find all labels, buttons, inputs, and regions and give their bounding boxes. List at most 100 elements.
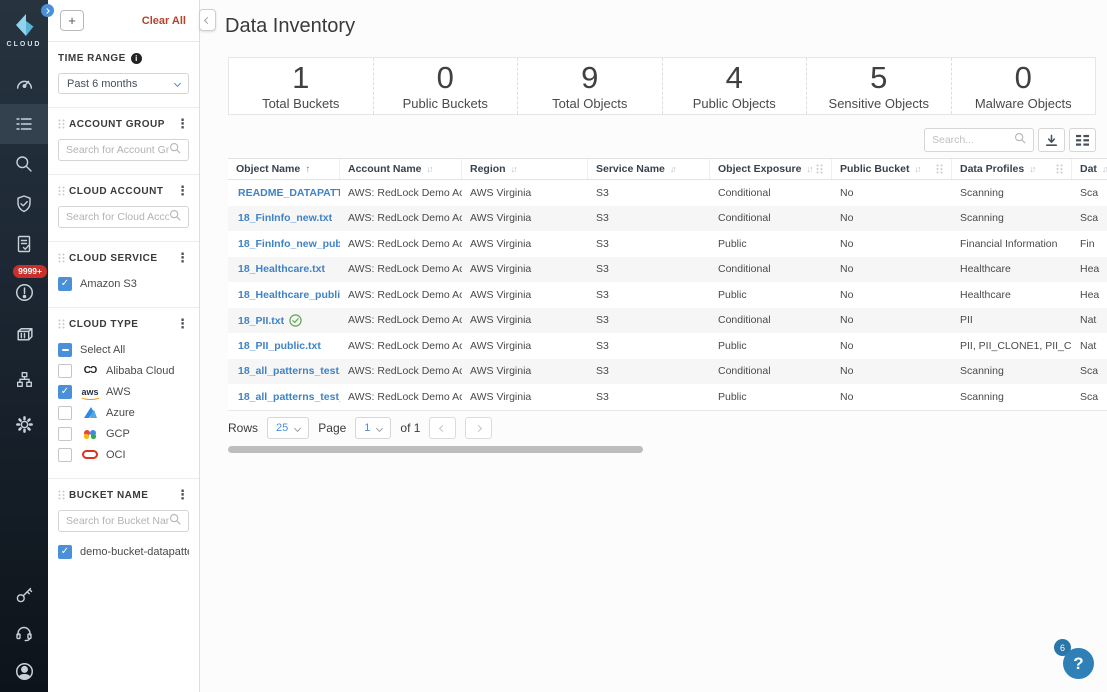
bucket-name-search[interactable] (58, 510, 189, 532)
nav-item-network[interactable] (0, 359, 48, 399)
object-name-link[interactable]: 18_all_patterns_test.txt (238, 365, 340, 377)
table-search[interactable] (924, 128, 1034, 152)
drag-handle-icon[interactable] (58, 119, 65, 129)
filter-option-aws[interactable]: ✓ aws AWS (58, 381, 189, 402)
drag-handle-icon[interactable] (58, 319, 65, 329)
column-header-account-name[interactable]: Account Name ↓↑ (340, 159, 462, 179)
app-window: CLOUD 9999+ + Clear All TIME RANGE i Pas… (0, 0, 1107, 692)
kebab-menu-icon[interactable]: ⋮ (176, 251, 189, 264)
object-name-link[interactable]: 18_FinInfo_new_public.txt (238, 238, 340, 250)
stat-label: Malware Objects (974, 95, 1072, 111)
nav-item-profile[interactable] (0, 652, 48, 690)
checkbox[interactable]: ✓ (58, 384, 72, 399)
drag-handle-icon[interactable] (58, 490, 65, 500)
column-header-data-patterns[interactable]: Dat ↓↑ (1072, 159, 1107, 179)
column-settings-button[interactable] (1069, 128, 1096, 152)
kebab-menu-icon[interactable]: ⋮ (176, 317, 189, 330)
drag-handle-icon[interactable] (58, 253, 65, 263)
column-resize-handle[interactable] (1056, 164, 1063, 174)
bucket-name-search-input[interactable] (66, 515, 169, 527)
checkbox[interactable]: ✓ (58, 544, 72, 559)
download-button[interactable] (1038, 128, 1065, 152)
nav-item-alerts[interactable]: 9999+ (0, 265, 48, 312)
column-header-data-profiles[interactable]: Data Profiles ↓↑ (952, 159, 1072, 179)
table-row: 18_all_patterns_test_publ... AWS: RedLock… (228, 384, 1107, 410)
nav-item-assets[interactable] (0, 314, 48, 354)
add-filter-button[interactable]: + (60, 10, 84, 31)
next-page-button[interactable] (465, 417, 493, 439)
cell-region: AWS Virginia (470, 288, 532, 301)
nav-item-governance[interactable] (0, 184, 48, 224)
option-label: AWS (106, 385, 131, 398)
object-name-link[interactable]: README_DATAPATTER... (238, 187, 340, 199)
cell-data-profiles: Financial Information (960, 237, 1058, 250)
sort-icon: ↓↑ (806, 164, 813, 174)
kebab-menu-icon[interactable]: ⋮ (176, 117, 189, 130)
table-row: README_DATAPATTER... AWS: RedLock Demo Ac… (228, 180, 1107, 206)
filter-option-amazon-s3[interactable]: ✓ Amazon S3 (58, 273, 189, 294)
kebab-menu-icon[interactable]: ⋮ (176, 184, 189, 197)
option-label: GCP (106, 427, 130, 440)
filter-option-demo-bucket-datapattern-f-[interactable]: ✓ demo-bucket-datapattern-f... (58, 541, 189, 562)
column-resize-handle[interactable] (816, 164, 823, 174)
help-button[interactable]: ? (1063, 648, 1094, 679)
column-header-object-name[interactable]: Object Name ↑ (228, 159, 340, 179)
cloud-account-label: CLOUD ACCOUNT (69, 185, 164, 197)
time-range-select[interactable]: Past 6 months (58, 73, 189, 94)
checkbox[interactable] (58, 405, 72, 420)
select-all-checkbox[interactable] (58, 342, 72, 357)
previous-page-button[interactable] (429, 417, 457, 439)
column-header-public-bucket[interactable]: Public Bucket ↓↑ (832, 159, 952, 179)
checkbox[interactable]: ✓ (58, 276, 72, 291)
column-header-region[interactable]: Region ↓↑ (462, 159, 588, 179)
checkbox[interactable] (58, 447, 72, 462)
cloud-account-search-input[interactable] (66, 211, 169, 223)
nav-item-support[interactable] (0, 614, 48, 652)
cloud-account-search[interactable] (58, 206, 189, 228)
object-name-link[interactable]: 18_Healthcare_public.txt (238, 289, 340, 301)
nav-item-compliance[interactable] (0, 224, 48, 264)
nav-item-inventory[interactable] (0, 104, 48, 144)
filter-option-azure[interactable]: Azure (58, 402, 189, 423)
column-header-object-exposure[interactable]: Object Exposure ↓↑ (710, 159, 832, 179)
nav-item-access-key[interactable] (0, 576, 48, 614)
nav-item-dashboard[interactable] (0, 64, 48, 104)
filter-option-oci[interactable]: OCI (58, 444, 189, 465)
account-group-search-input[interactable] (66, 144, 169, 156)
account-group-search[interactable] (58, 139, 189, 161)
collapse-filters-button[interactable] (199, 9, 216, 31)
verified-check-icon (289, 314, 302, 327)
kebab-menu-icon[interactable]: ⋮ (176, 488, 189, 501)
checkbox[interactable] (58, 363, 72, 378)
drag-handle-icon[interactable] (58, 186, 65, 196)
column-resize-handle[interactable] (936, 164, 943, 174)
nav-item-search[interactable] (0, 144, 48, 184)
filter-option-alibaba-cloud[interactable]: CƆ Alibaba Cloud (58, 360, 189, 381)
sort-ascending-icon: ↑ (305, 163, 311, 175)
cell-service-name: S3 (596, 186, 609, 199)
column-label: Object Exposure (718, 163, 802, 175)
object-name-link[interactable]: 18_FinInfo_new.txt (238, 212, 332, 224)
cell-object-exposure: Conditional (718, 365, 771, 378)
nav-item-settings[interactable] (0, 404, 48, 444)
page-select[interactable]: 1 (355, 417, 392, 439)
cell-public-bucket: No (840, 365, 854, 378)
clear-all-button[interactable]: Clear All (142, 15, 186, 27)
table-row: 18_all_patterns_test.txt AWS: RedLock Dem… (228, 358, 1107, 384)
horizontal-scrollbar[interactable] (228, 446, 643, 453)
object-name-link[interactable]: 18_PII_public.txt (238, 340, 321, 352)
column-header-service-name[interactable]: Service Name ↓↑ (588, 159, 710, 179)
filter-option-gcp[interactable]: GCP (58, 423, 189, 444)
cell-region: AWS Virginia (470, 314, 532, 327)
select-all-option[interactable]: Select All (58, 339, 189, 360)
table-search-input[interactable] (932, 134, 1014, 146)
object-name-link[interactable]: 18_Healthcare.txt (238, 263, 325, 275)
cloud-logo-icon (16, 14, 34, 36)
stat-label: Total Buckets (262, 95, 340, 111)
cell-public-bucket: No (840, 263, 854, 276)
object-name-link[interactable]: 18_all_patterns_test_publ... (238, 391, 340, 403)
rows-per-page-select[interactable]: 25 (267, 417, 310, 439)
nav-expand-icon[interactable] (41, 4, 54, 17)
checkbox[interactable] (58, 426, 72, 441)
object-name-link[interactable]: 18_PII.txt (238, 315, 284, 327)
